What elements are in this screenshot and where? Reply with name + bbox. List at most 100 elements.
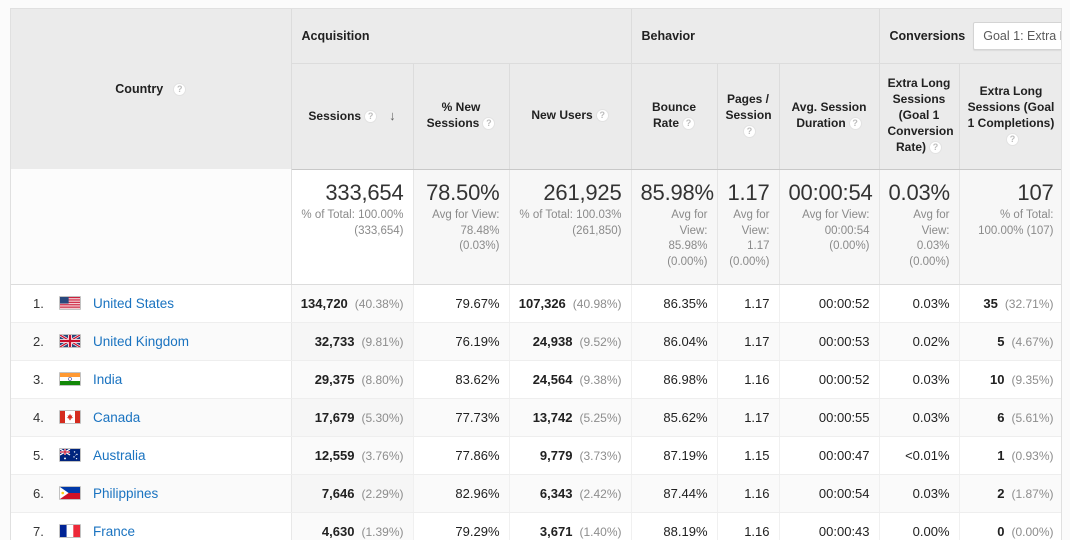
analytics-report-page: Country ? Acquisition Behavior Conversio… <box>0 0 1070 540</box>
cell-value: 0.03% <box>912 409 950 425</box>
row-cell-pct-new-sessions: 79.67% <box>413 284 510 323</box>
metric-header-goal1-conversion-rate-label: Extra Long Sessions (Goal 1 Conversion R… <box>887 76 954 154</box>
flag-icon-ph <box>59 486 81 500</box>
row-cell-sessions: 4,630 (1.39%) <box>291 512 414 540</box>
summary-value: 261,925 <box>543 179 622 205</box>
country-link[interactable]: Canada <box>93 410 140 425</box>
help-icon[interactable]: ? <box>173 82 187 96</box>
table-row: 2. United Kingdom 32,733 (9.81%) 76.19% 24,93… <box>11 322 1061 361</box>
row-cell-goal1-conversion-rate: 0.02% <box>879 322 960 361</box>
dimension-header-country[interactable]: Country ? <box>11 9 292 169</box>
row-cell-sessions: 7,646 (2.29%) <box>291 474 414 513</box>
cell-value: 86.98% <box>663 371 708 387</box>
group-header-behavior-label: Behavior <box>641 28 696 43</box>
country-report-table-container: Country ? Acquisition Behavior Conversio… <box>10 8 1062 540</box>
cell-value: 87.19% <box>663 447 708 463</box>
row-rank: 4. <box>33 409 44 425</box>
row-cell-avg-session-duration: 00:00:54 <box>779 474 880 513</box>
row-cell-bounce-rate: 87.19% <box>631 436 718 475</box>
row-cell-goal1-completions: 0 (0.00%) <box>959 512 1061 540</box>
flag-icon-in <box>59 372 81 386</box>
country-link[interactable]: Australia <box>93 448 146 463</box>
cell-percent: (0.00%) <box>1011 524 1054 539</box>
summary-value: 0.03% <box>888 179 951 205</box>
country-link[interactable]: United Kingdom <box>93 334 189 349</box>
row-cell-sessions: 32,733 (9.81%) <box>291 322 414 361</box>
table-summary: 333,654 % of Total: 100.00% (333,654) 78… <box>11 169 1061 285</box>
row-cell-goal1-conversion-rate: 0.03% <box>879 398 960 437</box>
row-cell-pct-new-sessions: 79.29% <box>413 512 510 540</box>
summary-cell-new-users: 261,925 % of Total: 100.03% (261,850) <box>509 169 632 285</box>
help-icon[interactable]: ? <box>682 117 695 130</box>
row-cell-new-users: 9,779 (3.73%) <box>509 436 632 475</box>
cell-value: 88.19% <box>663 523 708 539</box>
metric-header-goal1-conversion-rate[interactable]: Extra Long Sessions (Goal 1 Conversion R… <box>879 62 960 170</box>
metric-header-pages-session-label: Pages / Session <box>725 92 772 123</box>
row-cell-sessions: 12,559 (3.76%) <box>291 436 414 475</box>
row-cell-pct-new-sessions: 76.19% <box>413 322 510 361</box>
metric-header-avg-session-duration[interactable]: Avg. Session Duration? <box>779 62 880 170</box>
help-icon[interactable]: ? <box>848 117 862 130</box>
cell-percent: (32.71%) <box>1004 296 1054 311</box>
help-icon[interactable]: ? <box>743 124 756 138</box>
country-link[interactable]: Philippines <box>93 486 158 501</box>
row-cell-new-users: 107,326 (40.98%) <box>509 284 632 323</box>
help-icon[interactable]: ? <box>482 117 496 130</box>
cell-value: 77.86% <box>455 447 500 463</box>
cell-value: 79.29% <box>455 523 500 539</box>
metric-header-goal1-completions[interactable]: Extra Long Sessions (Goal 1 Completions)… <box>959 62 1061 170</box>
cell-value: 29,375 <box>314 371 355 387</box>
row-cell-goal1-conversion-rate: 0.03% <box>879 284 960 323</box>
row-cell-goal1-completions: 35 (32.71%) <box>959 284 1061 323</box>
summary-value: 00:00:54 <box>788 179 873 205</box>
row-rank: 5. <box>33 447 44 463</box>
cell-percent: (3.76%) <box>361 448 404 463</box>
help-icon[interactable]: ? <box>364 110 378 124</box>
row-cell-pct-new-sessions: 82.96% <box>413 474 510 513</box>
row-cell-bounce-rate: 87.44% <box>631 474 718 513</box>
help-icon[interactable]: ? <box>929 140 943 154</box>
row-cell-bounce-rate: 86.98% <box>631 360 718 399</box>
group-header-conversions-label: Conversions <box>889 28 966 43</box>
row-cell-sessions: 29,375 (8.80%) <box>291 360 414 399</box>
country-link[interactable]: France <box>93 524 135 539</box>
cell-value: 0.03% <box>912 295 950 311</box>
goal-selector-dropdown[interactable]: Goal 1: Extra Lon <box>973 21 1061 50</box>
table-row: 6. Philippines 7,646 (2.29%) 82.96% 6,343 (2.4… <box>11 474 1061 513</box>
summary-subtext: % of Total: 100.00% (107) <box>978 209 1054 237</box>
row-rank: 7. <box>33 523 44 539</box>
cell-value: 00:00:55 <box>818 409 870 425</box>
summary-value: 78.50% <box>426 179 500 205</box>
metric-header-bounce-rate[interactable]: Bounce Rate? <box>631 62 718 170</box>
metric-header-goal1-completions-label: Extra Long Sessions (Goal 1 Completions) <box>967 84 1055 130</box>
row-cell-bounce-rate: 85.62% <box>631 398 718 437</box>
cell-percent: (8.80%) <box>361 372 404 387</box>
row-cell-pages-session: 1.17 <box>717 398 780 437</box>
row-cell-new-users: 13,742 (5.25%) <box>509 398 632 437</box>
cell-value: 3,671 <box>539 523 573 539</box>
metric-header-pages-session[interactable]: Pages / Session? <box>717 62 780 170</box>
country-link[interactable]: United States <box>93 296 174 311</box>
help-icon[interactable]: ? <box>1006 132 1020 146</box>
summary-subtext: Avg for View: 1.17 (0.00%) <box>729 209 770 268</box>
cell-value: 1.16 <box>744 523 770 539</box>
country-link[interactable]: India <box>93 372 122 387</box>
metric-header-pct-new-sessions[interactable]: % New Sessions? <box>413 62 510 170</box>
cell-value: 85.62% <box>663 409 708 425</box>
cell-value: 00:00:52 <box>818 295 870 311</box>
cell-value: 12,559 <box>314 447 355 463</box>
metric-header-new-users[interactable]: New Users? <box>509 62 632 170</box>
sort-descending-icon[interactable]: ↓ <box>389 107 396 124</box>
row-cell-bounce-rate: 88.19% <box>631 512 718 540</box>
help-icon[interactable]: ? <box>595 109 609 123</box>
row-rank: 2. <box>33 333 44 349</box>
dimension-header-label: Country <box>115 82 164 96</box>
cell-percent: (4.67%) <box>1011 334 1054 349</box>
metric-header-sessions[interactable]: Sessions? ↓ <box>291 62 414 170</box>
cell-value: <0.01% <box>905 447 950 463</box>
summary-cell-sessions: 333,654 % of Total: 100.00% (333,654) <box>291 169 414 285</box>
row-dimension-cell: 4. Canada <box>11 398 292 437</box>
cell-value: 0.03% <box>912 371 950 387</box>
cell-value: 0 <box>997 523 1005 539</box>
table-row: 1. United States 134,720 (40.38%) 79.67% 107,… <box>11 284 1061 323</box>
